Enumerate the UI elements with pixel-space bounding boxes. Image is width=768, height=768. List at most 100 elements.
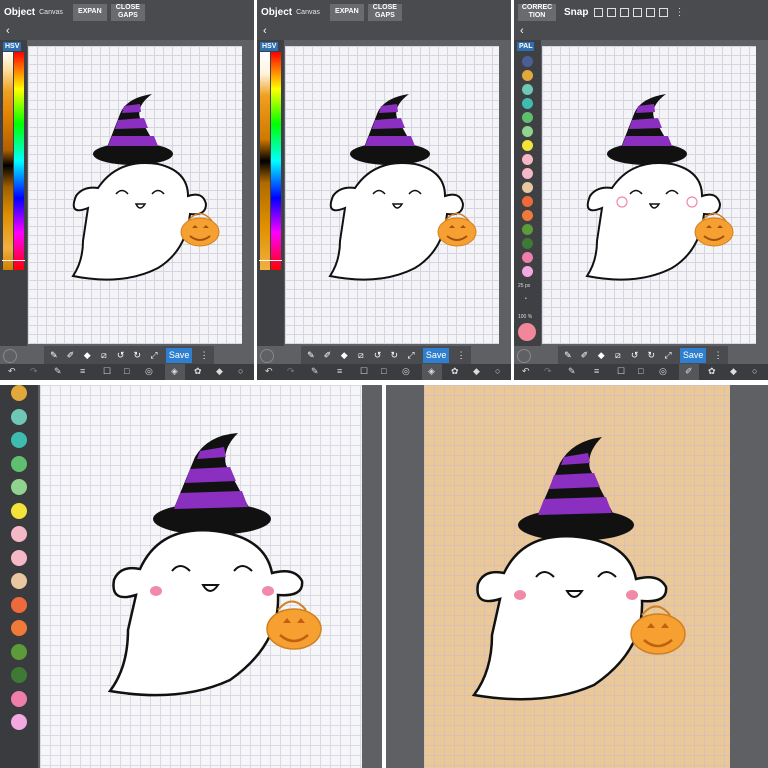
select-icon[interactable]: □ <box>638 366 643 377</box>
redo-icon[interactable]: ↷ <box>30 366 38 377</box>
palette-swatch[interactable] <box>522 56 533 67</box>
saturation-value-slider[interactable] <box>3 52 13 270</box>
fill-icon[interactable]: ◈ <box>171 366 178 377</box>
palette-swatch[interactable] <box>522 224 533 235</box>
undo-icon[interactable]: ↺ <box>373 350 383 360</box>
palette-swatch[interactable] <box>522 126 533 137</box>
back-arrow-icon[interactable]: ‹ <box>263 25 267 37</box>
eyedropper-icon[interactable]: ✎ <box>306 350 316 360</box>
eyedropper-icon[interactable]: ✎ <box>311 366 319 377</box>
drawing-paper[interactable] <box>285 46 499 344</box>
eyedropper-icon[interactable]: ✎ <box>563 350 573 360</box>
palette-swatch[interactable] <box>11 502 27 519</box>
snap-parallel-icon[interactable] <box>594 7 604 17</box>
palette-icon[interactable]: ✿ <box>451 366 459 377</box>
layers-icon[interactable]: ◆ <box>216 366 223 377</box>
edit-icon[interactable]: ☐ <box>360 366 368 377</box>
shape-icon[interactable]: ◎ <box>145 366 153 377</box>
pen-icon[interactable]: ✐ <box>580 350 590 360</box>
save-button[interactable]: Save <box>165 347 193 363</box>
drawing-paper[interactable] <box>542 46 756 344</box>
brush-preview-icon[interactable] <box>517 349 531 363</box>
palette-swatch[interactable] <box>11 455 27 472</box>
fill-icon[interactable]: ◈ <box>428 366 435 377</box>
eyedropper-icon[interactable]: ✎ <box>568 366 576 377</box>
redo-icon[interactable]: ↻ <box>646 350 656 360</box>
brush-preview-icon[interactable] <box>3 349 17 363</box>
crop-icon[interactable]: ⧄ <box>613 350 623 360</box>
menu-icon[interactable]: ≡ <box>80 366 85 377</box>
undo-icon[interactable]: ↶ <box>522 366 530 377</box>
layers-icon[interactable]: ◆ <box>730 366 737 377</box>
hsv-tab[interactable]: HSV <box>3 42 22 51</box>
eraser-icon[interactable]: ◆ <box>82 350 92 360</box>
undo-icon[interactable]: ↺ <box>630 350 640 360</box>
palette-swatch[interactable] <box>522 112 533 123</box>
menu-icon[interactable]: ≡ <box>594 366 599 377</box>
transform-icon[interactable]: ⤢ <box>406 350 416 360</box>
grid-icon[interactable]: ⋮ <box>456 350 466 360</box>
saturation-value-slider[interactable] <box>260 52 270 270</box>
menu-icon[interactable]: ≡ <box>337 366 342 377</box>
select-icon[interactable]: □ <box>381 366 386 377</box>
redo-icon[interactable]: ↻ <box>132 350 142 360</box>
save-button[interactable]: Save <box>679 347 707 363</box>
correction-button[interactable]: CORREC TION <box>518 3 556 21</box>
snap-radial-icon[interactable] <box>620 7 630 17</box>
hue-slider[interactable] <box>271 52 281 270</box>
back-arrow-icon[interactable]: ‹ <box>6 25 10 37</box>
crop-icon[interactable]: ⧄ <box>356 350 366 360</box>
expand-button[interactable]: EXPAN <box>329 3 364 21</box>
palette-swatch[interactable] <box>522 140 533 151</box>
hue-marker[interactable] <box>2 260 25 261</box>
settings-icon[interactable]: ○ <box>495 366 500 377</box>
snap-label[interactable]: Snap <box>564 7 588 18</box>
palette-swatch[interactable] <box>522 84 533 95</box>
palette-swatch[interactable] <box>11 596 27 613</box>
select-icon[interactable]: □ <box>124 366 129 377</box>
palette-swatch[interactable] <box>522 168 533 179</box>
hue-slider[interactable] <box>14 52 24 270</box>
palette-swatch[interactable] <box>522 252 533 263</box>
close-gaps-button[interactable]: CLOSE GAPS <box>367 3 402 21</box>
drawing-paper[interactable] <box>40 385 362 768</box>
snap-grid-icon[interactable] <box>607 7 617 17</box>
palette-swatch[interactable] <box>522 196 533 207</box>
grid-icon[interactable]: ⋮ <box>199 350 209 360</box>
canvas-dropdown[interactable]: Canvas <box>39 9 63 16</box>
transform-icon[interactable]: ⤢ <box>663 350 673 360</box>
eraser-icon[interactable]: ◆ <box>596 350 606 360</box>
eraser-icon[interactable]: ◆ <box>339 350 349 360</box>
palette-swatch[interactable] <box>522 70 533 81</box>
grid-icon[interactable]: ⋮ <box>713 350 723 360</box>
eyedropper-icon[interactable]: ✎ <box>54 366 62 377</box>
canvas-area[interactable] <box>257 40 511 346</box>
pen-icon[interactable]: ✐ <box>323 350 333 360</box>
palette-swatch[interactable] <box>11 432 27 448</box>
mode-label[interactable]: Object <box>4 7 35 18</box>
palette-tab[interactable]: PAL <box>517 42 535 51</box>
canvas-dropdown[interactable]: Canvas <box>296 9 320 16</box>
layers-icon[interactable]: ◆ <box>473 366 480 377</box>
hsv-tab[interactable]: HSV <box>260 42 279 51</box>
palette-swatch[interactable] <box>522 210 533 221</box>
palette-swatch[interactable] <box>522 238 533 249</box>
save-button[interactable]: Save <box>422 347 450 363</box>
undo-icon[interactable]: ↶ <box>8 366 16 377</box>
palette-swatch[interactable] <box>522 266 533 277</box>
undo-icon[interactable]: ↺ <box>116 350 126 360</box>
palette-swatch[interactable] <box>11 573 27 589</box>
canvas-area[interactable] <box>0 40 254 346</box>
palette-swatch[interactable] <box>11 690 27 707</box>
palette-swatch[interactable] <box>11 549 27 566</box>
back-arrow-icon[interactable]: ‹ <box>520 25 524 37</box>
redo-icon[interactable]: ↷ <box>287 366 295 377</box>
palette-icon[interactable]: ✿ <box>708 366 716 377</box>
shape-icon[interactable]: ◎ <box>402 366 410 377</box>
brush-preview-icon[interactable] <box>260 349 274 363</box>
drawing-paper[interactable] <box>28 46 242 344</box>
snap-perspective-icon[interactable] <box>633 7 643 17</box>
palette-swatch[interactable] <box>11 526 27 542</box>
palette-swatch[interactable] <box>11 643 27 660</box>
palette-icon[interactable]: ✿ <box>194 366 202 377</box>
